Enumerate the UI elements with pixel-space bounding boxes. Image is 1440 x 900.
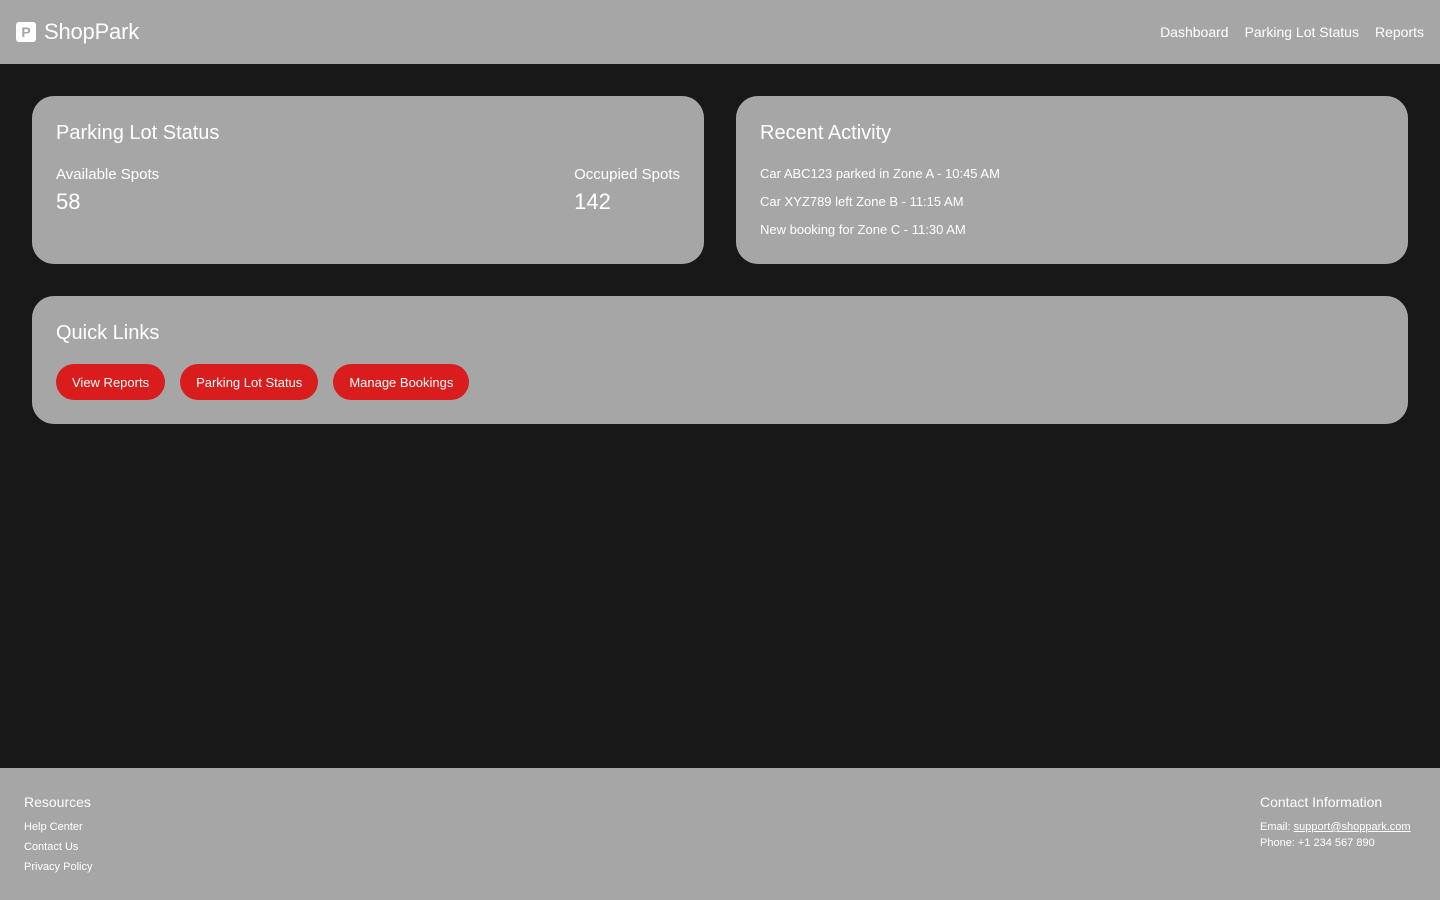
- footer-resources: Resources Help Center Contact Us Privacy…: [24, 794, 92, 880]
- activity-item: New booking for Zone C - 11:30 AM: [760, 222, 966, 237]
- privacy-policy-link[interactable]: Privacy Policy: [24, 860, 92, 880]
- contact-heading: Contact Information: [1260, 794, 1383, 810]
- card-title: Parking Lot Status: [56, 122, 220, 144]
- brand-name: ShopPark: [44, 19, 140, 44]
- card-title: Quick Links: [56, 322, 160, 344]
- activity-item: Car XYZ789 left Zone B - 11:15 AM: [760, 194, 964, 209]
- parking-status-card: Parking Lot Status Available Spots 58 Oc…: [32, 96, 704, 264]
- email-label: Email:: [1260, 821, 1294, 833]
- parking-lot-status-button[interactable]: Parking Lot Status: [180, 364, 319, 400]
- page-footer: Resources Help Center Contact Us Privacy…: [0, 768, 1440, 900]
- parking-logo-icon: P: [16, 22, 36, 42]
- nav-reports[interactable]: Reports: [1375, 24, 1424, 40]
- nav-dashboard[interactable]: Dashboard: [1160, 24, 1229, 40]
- available-spots-stat: Available Spots 58: [56, 166, 159, 215]
- help-center-link[interactable]: Help Center: [24, 820, 92, 840]
- available-spots-label: Available Spots: [56, 166, 160, 183]
- activity-list: Car ABC123 parked in Zone A - 10:45 AM C…: [760, 166, 1000, 250]
- occupied-spots-value: 142: [574, 189, 611, 214]
- occupied-spots-stat: Occupied Spots 142: [574, 166, 680, 215]
- email-link[interactable]: support@shoppark.com: [1294, 821, 1411, 833]
- nav-parking-lot-status[interactable]: Parking Lot Status: [1245, 24, 1359, 40]
- manage-bookings-button[interactable]: Manage Bookings: [333, 364, 470, 400]
- brand[interactable]: P ShopPark: [16, 19, 139, 45]
- quick-links-row: View Reports Parking Lot Status Manage B…: [56, 364, 470, 400]
- recent-activity-card: Recent Activity Car ABC123 parked in Zon…: [736, 96, 1408, 264]
- quick-links-card: Quick Links View Reports Parking Lot Sta…: [32, 296, 1408, 424]
- brand-icon-letter: P: [21, 24, 31, 40]
- contact-us-link[interactable]: Contact Us: [24, 840, 92, 860]
- card-title: Recent Activity: [760, 122, 892, 144]
- occupied-spots-label: Occupied Spots: [574, 166, 680, 183]
- footer-contact: Contact Information Email: support@shopp…: [1260, 794, 1416, 852]
- activity-item: Car ABC123 parked in Zone A - 10:45 AM: [760, 166, 1000, 181]
- main-nav: Dashboard Parking Lot Status Reports: [1160, 24, 1424, 40]
- phone-line: Phone: +1 234 567 890: [1260, 837, 1375, 849]
- resources-heading: Resources: [24, 794, 91, 810]
- email-line: Email: support@shoppark.com: [1260, 820, 1416, 836]
- top-header: P ShopPark Dashboard Parking Lot Status …: [0, 0, 1440, 64]
- available-spots-value: 58: [56, 189, 81, 214]
- view-reports-button[interactable]: View Reports: [56, 364, 166, 400]
